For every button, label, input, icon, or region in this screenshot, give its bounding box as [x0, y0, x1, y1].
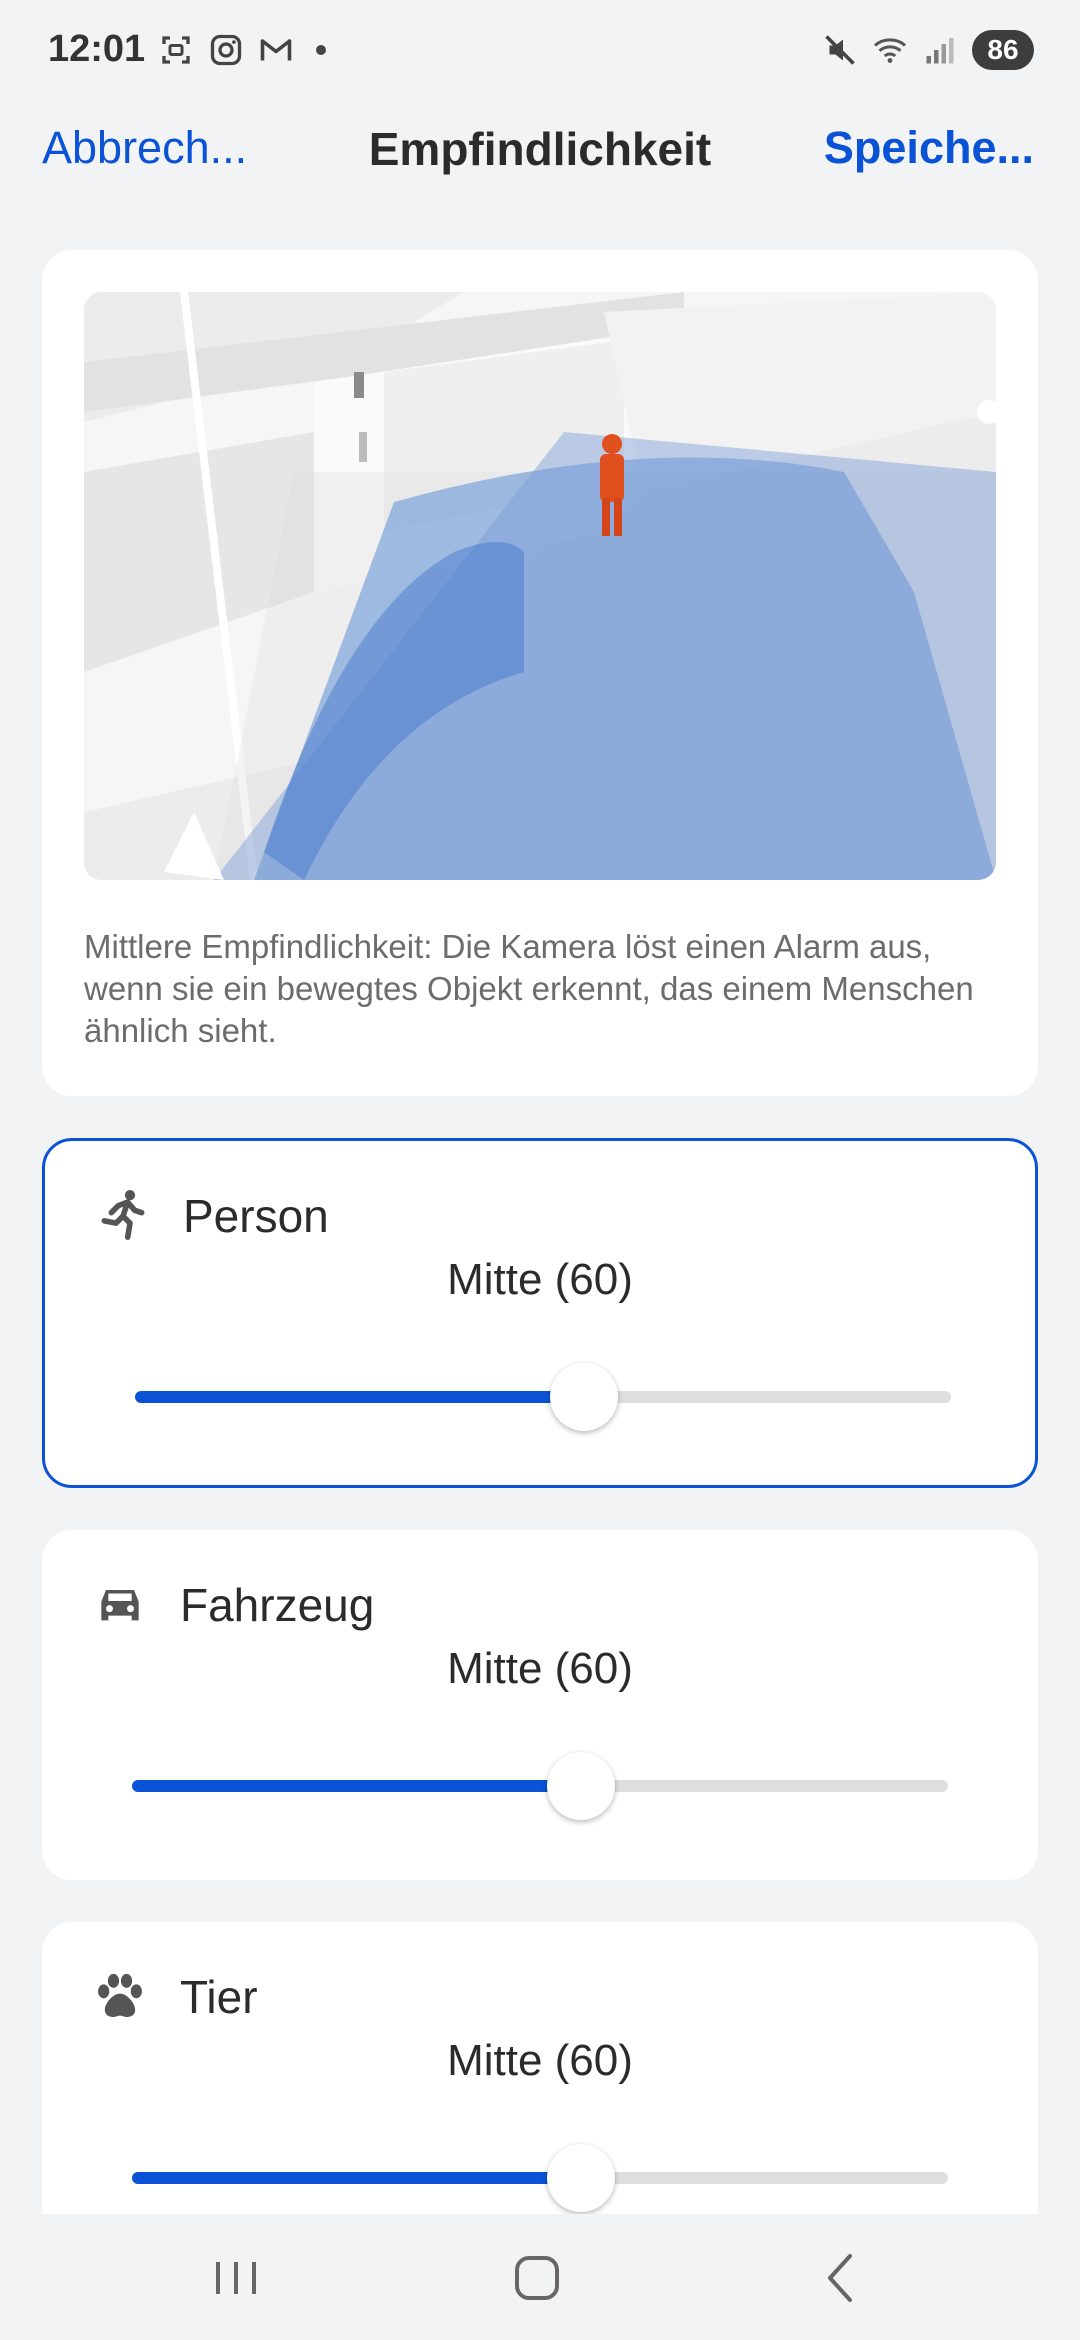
back-icon[interactable] [800, 2248, 880, 2308]
status-time: 12:01 [48, 28, 146, 70]
screenshot-icon [162, 36, 190, 64]
battery-level: 86 [972, 30, 1034, 70]
sensitivity-slider[interactable] [132, 1752, 948, 1820]
top-app-bar: Abbrech... Empfindlichkeit Speiche... [0, 110, 1080, 190]
slider-thumb[interactable] [549, 1363, 618, 1431]
sensitivity-value: Mitte (60) [447, 1255, 633, 1304]
gmail-icon [260, 39, 292, 61]
sensitivity-card-person[interactable]: Person Mitte (60) [42, 1138, 1038, 1488]
car-icon [101, 1590, 139, 1621]
save-button[interactable]: Speiche... [824, 122, 1034, 174]
instagram-icon [210, 34, 242, 66]
status-system-icons: 86 [822, 30, 1034, 70]
detection-zone-illustration [84, 292, 996, 880]
running-person-icon [101, 1190, 145, 1240]
sensitivity-description: Mittlere Empfindlichkeit: Die Kamera lös… [84, 928, 974, 1049]
mute-icon [825, 35, 855, 65]
sensitivity-value: Mitte (60) [447, 2036, 633, 2085]
slider-fill [132, 1780, 581, 1792]
wifi-icon [873, 38, 907, 63]
sensitivity-value: Mitte (60) [447, 1644, 633, 1693]
slider-thumb[interactable] [546, 2144, 615, 2212]
more-notifications-dot [316, 45, 326, 55]
sensitivity-card-vehicle[interactable]: Fahrzeug Mitte (60) [42, 1530, 1038, 1880]
sensitivity-label: Fahrzeug [180, 1579, 375, 1631]
slider-fill [132, 2172, 581, 2184]
status-notification-icons [158, 32, 326, 68]
sensitivity-slider[interactable] [135, 1363, 951, 1431]
system-navigation-bar [0, 2214, 1080, 2340]
sensitivity-preview-card: Mittlere Empfindlichkeit: Die Kamera lös… [42, 250, 1038, 1096]
cancel-button[interactable]: Abbrech... [42, 122, 247, 174]
slider-fill [135, 1391, 584, 1403]
sensitivity-slider[interactable] [132, 2144, 948, 2212]
recents-icon[interactable] [196, 2248, 276, 2308]
slider-thumb[interactable] [546, 1752, 615, 1820]
signal-icon [926, 38, 954, 64]
status-bar: 12:01 86 [0, 0, 1080, 104]
sensitivity-label: Person [183, 1190, 329, 1242]
paw-icon [98, 1973, 142, 2017]
home-icon[interactable] [497, 2248, 577, 2308]
sensitivity-label: Tier [180, 1971, 258, 2023]
